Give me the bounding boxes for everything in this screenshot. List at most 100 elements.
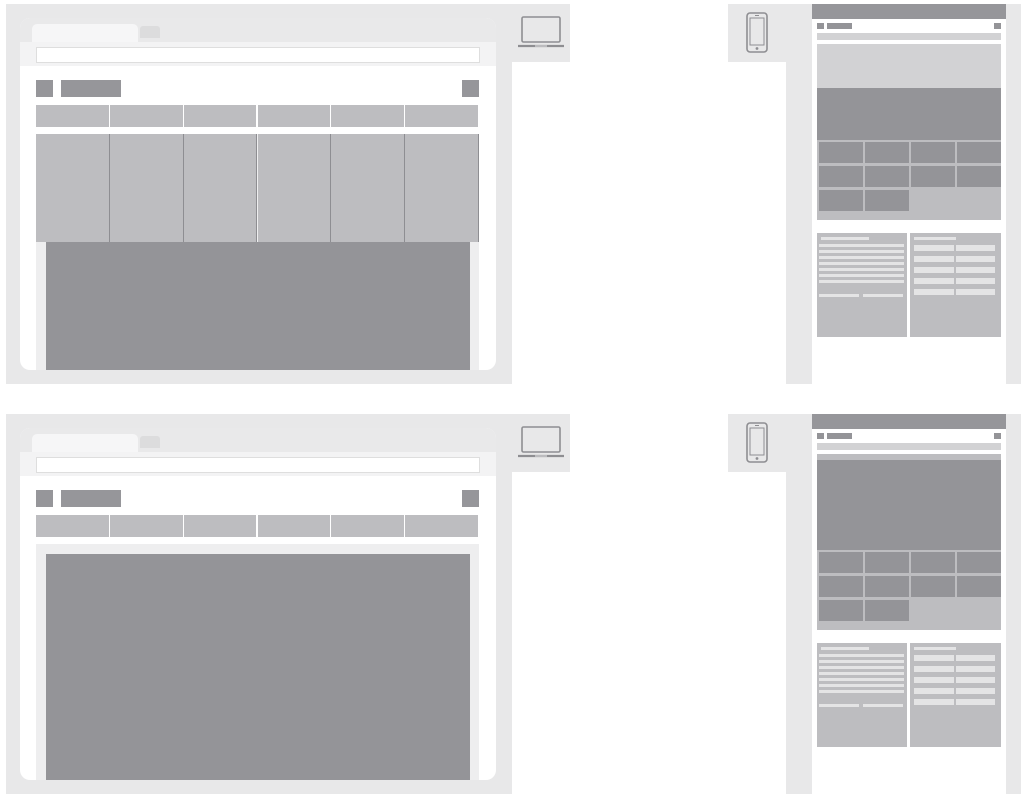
text-line [819,666,904,669]
text-line [819,678,904,681]
address-bar[interactable] [36,457,480,473]
text-line [819,268,904,271]
text-line [819,690,904,693]
grid-tile[interactable] [819,600,863,621]
card-heading [821,237,869,240]
table-cell [956,245,995,251]
menu-icon[interactable] [817,433,824,439]
grid-tile[interactable] [911,576,955,597]
grid-tile[interactable] [865,600,909,621]
header-icon-right[interactable] [994,433,1001,439]
table-cell [914,666,954,672]
dropdown-menu-column[interactable] [257,134,332,242]
header-icon-left[interactable] [36,80,53,97]
table-cell [956,688,995,694]
nav-item[interactable] [405,515,479,537]
hero-image [46,554,470,780]
grid-tile[interactable] [957,142,1001,163]
text-line [819,244,904,247]
browser-tab-new[interactable] [140,26,160,38]
grid-tile[interactable] [911,166,955,187]
dropdown-menu-column[interactable] [109,134,184,242]
site-logo[interactable] [61,490,121,507]
nav-item[interactable] [183,515,258,537]
site-logo[interactable] [61,80,121,97]
card-heading [914,647,956,650]
text-line [819,660,904,663]
text-line [819,704,859,707]
text-line [819,294,859,297]
table-card-right [910,233,1001,337]
grid-tile[interactable] [819,142,863,163]
nav-item[interactable] [405,105,479,127]
grid-tile[interactable] [911,142,955,163]
phone-bezel-left [786,414,812,794]
dropdown-menu-column[interactable] [183,134,258,242]
nav-bar[interactable] [817,33,1001,40]
nav-item[interactable] [331,105,406,127]
header-icon-right[interactable] [994,23,1001,29]
table-cell [914,655,954,661]
nav-item[interactable] [183,105,258,127]
address-bar[interactable] [36,47,480,63]
status-bar [812,4,1006,19]
dropdown-menu-column[interactable] [331,134,406,242]
grid-tile[interactable] [865,142,909,163]
text-line [819,262,904,265]
nav-item[interactable] [36,515,110,537]
hero-image [817,88,1001,140]
nav-item[interactable] [331,515,406,537]
table-cell [914,688,954,694]
table-cell [956,699,995,705]
browser-window [20,428,496,780]
table-cell [956,655,995,661]
mobile-wireframe-top [812,4,1006,384]
nav-item[interactable] [257,105,332,127]
dropdown-menu-column[interactable] [36,134,110,242]
table-cell [914,267,954,273]
desktop-wireframe-bottom [6,414,512,794]
site-logo[interactable] [827,433,852,439]
nav-item[interactable] [109,515,184,537]
card-heading [914,237,956,240]
browser-tab-active[interactable] [32,24,138,42]
grid-tile[interactable] [911,552,955,573]
table-cell [914,278,954,284]
table-cell [956,289,995,295]
mobile-wireframe-bottom [812,414,1006,794]
nav-item[interactable] [36,105,110,127]
grid-tile[interactable] [819,166,863,187]
grid-tile[interactable] [957,552,1001,573]
grid-tile[interactable] [819,576,863,597]
grid-tile[interactable] [957,166,1001,187]
grid-tile[interactable] [957,576,1001,597]
header-icon-left[interactable] [36,490,53,507]
browser-tab-active[interactable] [32,434,138,452]
nav-item[interactable] [109,105,184,127]
text-line [819,684,904,687]
grid-tile[interactable] [865,166,909,187]
grid-tile[interactable] [865,576,909,597]
table-cell [956,666,995,672]
grid-tile[interactable] [865,190,909,211]
smartphone-icon [746,422,768,463]
card-heading [821,647,869,650]
table-cell [914,677,954,683]
dropdown-menu-column[interactable] [405,134,479,242]
text-line [819,672,904,675]
phone-bezel-right [1006,4,1021,384]
menu-icon[interactable] [817,23,824,29]
grid-tile[interactable] [819,190,863,211]
header-icon-right[interactable] [462,490,479,507]
browser-tab-new[interactable] [140,436,160,448]
nav-item[interactable] [257,515,332,537]
grid-tile[interactable] [865,552,909,573]
grid-tile[interactable] [819,552,863,573]
table-cell [914,699,954,705]
text-card-left [817,233,907,337]
header-icon-right[interactable] [462,80,479,97]
table-cell [914,256,954,262]
nav-bar[interactable] [817,443,1001,450]
text-line [819,274,904,277]
site-logo[interactable] [827,23,852,29]
